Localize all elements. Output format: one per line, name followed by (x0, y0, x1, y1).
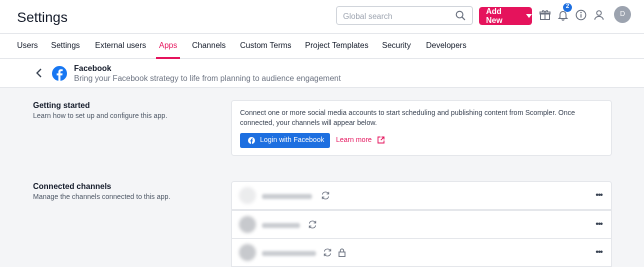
top-header: Settings Add New 2 D (0, 0, 644, 33)
channel-name-redacted (262, 194, 312, 199)
channel-avatar (239, 187, 256, 204)
page-title: Settings (17, 9, 68, 25)
back-chevron-icon[interactable] (35, 68, 43, 78)
more-options-icon[interactable]: ••• (596, 190, 604, 200)
settings-tabs: Users Settings External users Apps Chann… (0, 33, 644, 59)
connected-channels-title: Connected channels (33, 182, 112, 191)
getting-started-title: Getting started (33, 101, 90, 110)
lock-icon (338, 248, 346, 257)
sync-icon[interactable] (308, 220, 317, 229)
channel-avatar (239, 216, 256, 233)
connected-channels-description: Manage the channels connected to this ap… (33, 194, 171, 201)
channel-avatar (239, 244, 256, 261)
login-label: Login with Facebook (260, 137, 325, 144)
learn-more-link[interactable]: Learn more (336, 136, 385, 144)
channel-row[interactable]: ••• (231, 238, 612, 267)
facebook-logo-icon (52, 66, 67, 81)
info-icon[interactable] (575, 9, 587, 21)
channel-name-redacted (262, 223, 300, 228)
more-options-icon[interactable]: ••• (596, 247, 604, 257)
add-new-button[interactable]: Add New (479, 7, 532, 25)
login-with-facebook-button[interactable]: Login with Facebook (240, 133, 330, 148)
chevron-down-icon (526, 14, 532, 18)
add-new-label: Add New (486, 7, 503, 25)
sync-icon[interactable] (321, 191, 330, 200)
getting-started-description: Learn how to set up and configure this a… (33, 113, 168, 120)
connect-card: Connect one or more social media account… (231, 100, 612, 156)
tab-security[interactable]: Security (382, 41, 411, 50)
tab-apps[interactable]: Apps (159, 41, 177, 50)
app-name: Facebook (74, 64, 112, 73)
app-description: Bring your Facebook strategy to life fro… (74, 74, 341, 83)
tab-external-users[interactable]: External users (95, 41, 146, 50)
channel-name-redacted (262, 251, 316, 256)
avatar[interactable]: D (614, 6, 631, 23)
tab-users[interactable]: Users (17, 41, 38, 50)
connect-instructions: Connect one or more social media account… (240, 110, 576, 127)
tab-custom-terms[interactable]: Custom Terms (240, 41, 291, 50)
user-icon[interactable] (593, 9, 605, 21)
channel-row[interactable]: ••• (231, 210, 612, 239)
search-icon[interactable] (455, 10, 466, 21)
gift-icon[interactable] (539, 9, 551, 21)
notification-badge: 2 (563, 3, 572, 12)
app-header: Facebook Bring your Facebook strategy to… (0, 59, 644, 88)
tab-channels[interactable]: Channels (192, 41, 226, 50)
global-search[interactable] (336, 6, 473, 25)
tab-developers[interactable]: Developers (426, 41, 466, 50)
facebook-icon (248, 137, 255, 144)
channel-row[interactable]: ••• (231, 181, 612, 210)
tab-project-templates[interactable]: Project Templates (305, 41, 368, 50)
search-input[interactable] (343, 9, 453, 23)
tab-settings[interactable]: Settings (51, 41, 80, 50)
sync-icon[interactable] (323, 248, 332, 257)
external-link-icon (377, 136, 385, 144)
learn-more-label: Learn more (336, 136, 372, 144)
more-options-icon[interactable]: ••• (596, 219, 604, 229)
